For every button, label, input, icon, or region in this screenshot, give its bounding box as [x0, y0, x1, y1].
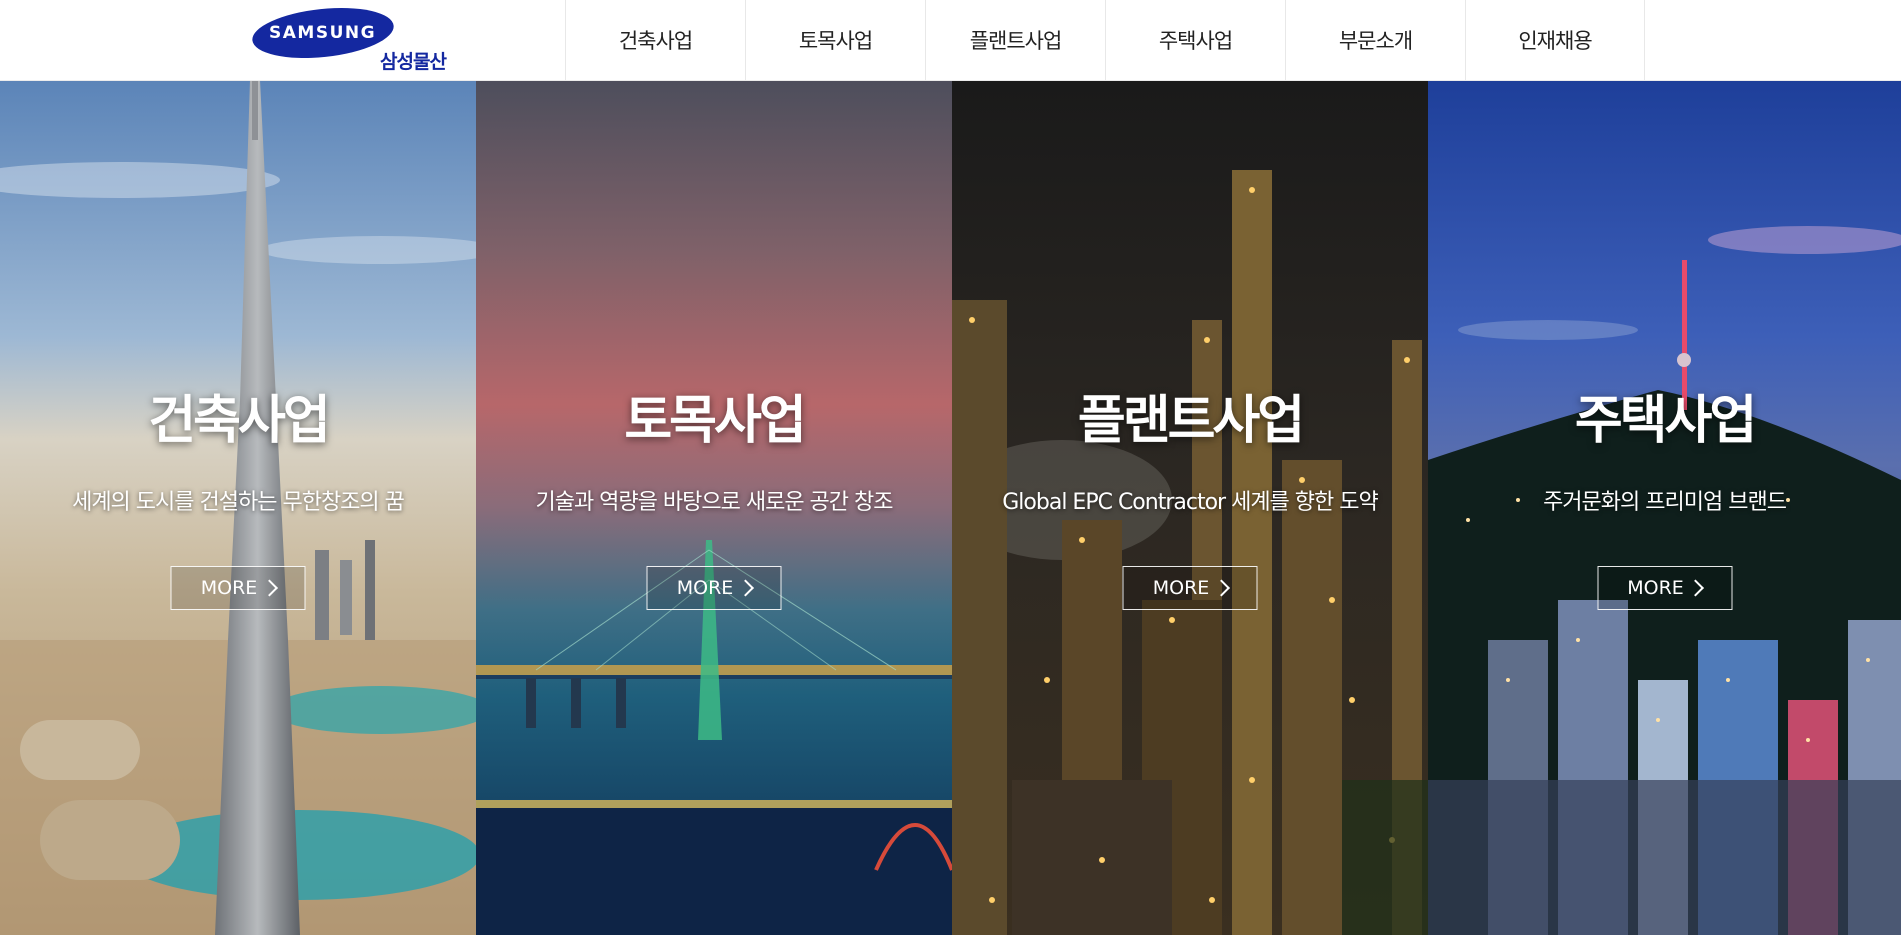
nav-item-housing[interactable]: 주택사업	[1105, 0, 1285, 80]
panel-description: 기술과 역량을 바탕으로 새로운 공간 창조	[535, 490, 893, 515]
chevron-right-icon	[736, 579, 754, 597]
more-button-label: MORE	[676, 577, 734, 599]
panel-title: 주택사업	[1574, 391, 1757, 451]
business-panels: 건축사업 세계의 도시를 건설하는 무한창조의 꿈 MORE 토목사업 기술과 …	[0, 80, 1901, 935]
chevron-right-icon	[1212, 579, 1230, 597]
panel-civil: 토목사업 기술과 역량을 바탕으로 새로운 공간 창조 MORE	[476, 80, 952, 935]
panel-description: 세계의 도시를 건설하는 무한창조의 꿈	[72, 490, 405, 515]
chevron-right-icon	[260, 579, 278, 597]
chevron-right-icon	[1687, 579, 1705, 597]
panel-housing: 주택사업 주거문화의 프리미엄 브랜드 MORE	[1428, 80, 1901, 935]
panel-title: 플랜트사업	[1077, 391, 1305, 451]
more-button[interactable]: MORE	[1122, 566, 1258, 610]
nav-item-civil[interactable]: 토목사업	[745, 0, 925, 80]
nav-item-recruitment[interactable]: 인재채용	[1465, 0, 1645, 80]
main-nav: 건축사업 토목사업 플랜트사업 주택사업 부문소개 인재채용	[565, 0, 1645, 80]
more-button[interactable]: MORE	[170, 566, 306, 610]
samsung-logo[interactable]: SAMSUNG 삼성물산	[249, 1, 452, 73]
panel-title: 토목사업	[624, 391, 806, 451]
panel-description: Global EPC Contractor 세계를 향한 도약	[1002, 490, 1379, 515]
more-button-label: MORE	[1152, 577, 1210, 599]
panel-description: 주거문화의 프리미엄 브랜드	[1543, 490, 1787, 515]
logo-wordmark: SAMSUNG	[269, 23, 377, 44]
logo-oval: SAMSUNG	[249, 1, 397, 65]
logo-subtitle: 삼성물산	[380, 51, 447, 73]
more-button-label: MORE	[1627, 577, 1684, 599]
nav-item-division-intro[interactable]: 부문소개	[1285, 0, 1465, 80]
nav-item-plant[interactable]: 플랜트사업	[925, 0, 1105, 80]
panel-title: 건축사업	[148, 391, 330, 451]
more-button-label: MORE	[200, 577, 258, 599]
panel-plant: 플랜트사업 Global EPC Contractor 세계를 향한 도약 MO…	[952, 80, 1428, 935]
site-header: SAMSUNG 삼성물산 건축사업 토목사업 플랜트사업 주택사업 부문소개 인…	[0, 0, 1901, 81]
more-button[interactable]: MORE	[1597, 566, 1732, 610]
panel-architecture: 건축사업 세계의 도시를 건설하는 무한창조의 꿈 MORE	[0, 80, 476, 935]
nav-item-architecture[interactable]: 건축사업	[565, 0, 745, 80]
more-button[interactable]: MORE	[646, 566, 782, 610]
